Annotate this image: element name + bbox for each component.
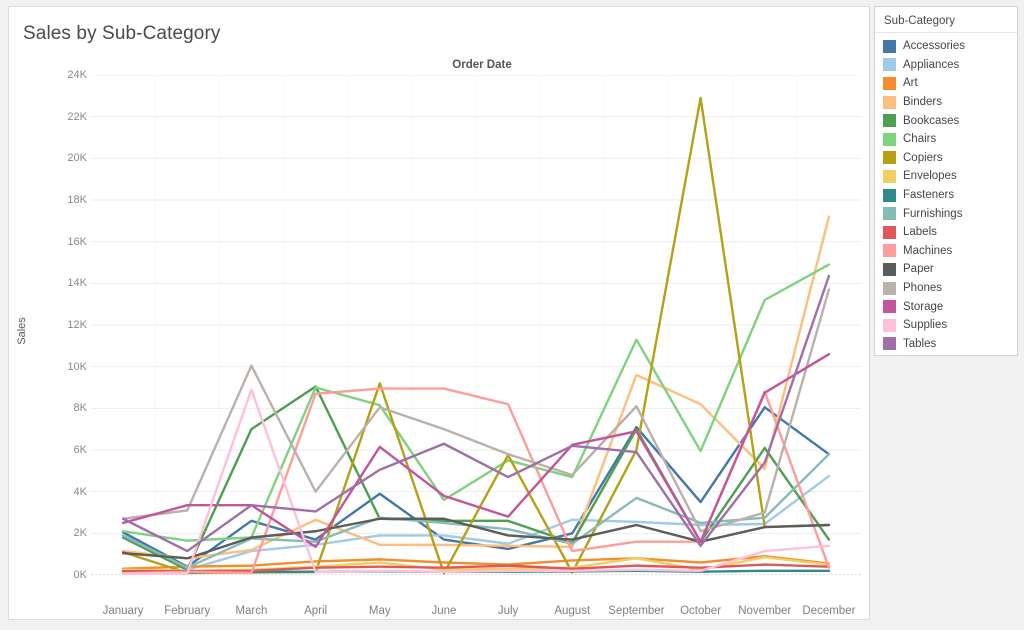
legend-color-swatch [883,281,896,295]
legend-color-swatch [883,188,896,202]
legend-panel: Sub-Category Accessories Appliances Art Bin… [874,6,1018,356]
legend-item-label: Binders [903,96,942,109]
legend-item[interactable]: Furnishings [883,204,1017,223]
legend-item-label: Art [903,77,918,90]
legend-item-label: Appliances [903,58,960,71]
screenshot-root: Sales by Sub-Category Order Date Sales 0… [0,0,1024,630]
legend-item[interactable]: Supplies [883,316,1017,335]
y-axis-tick-label: 20K [67,152,87,165]
legend-item[interactable]: Envelopes [883,167,1017,186]
legend-item[interactable]: Chairs [883,130,1017,149]
legend-item-label: Envelopes [903,170,957,183]
y-axis-tick-label: 18K [67,194,87,206]
legend-item-label: Supplies [903,319,948,332]
x-axis-tick-label: April [304,605,328,617]
x-axis-tick-label: February [164,605,211,617]
x-axis-tick-label: October [680,605,722,617]
y-axis-tick-label: 6K [73,444,87,456]
legend-item[interactable]: Appliances [883,56,1017,75]
legend-item-label: Storage [903,300,944,313]
legend-item-label: Bookcases [903,114,960,127]
y-axis-ticks: 0K 2K 4K 6K 8K 10K 12K 14K 16K 18K 20K 22K 24K [37,7,87,621]
legend-color-swatch [883,114,896,128]
y-axis-tick-label: 12K [67,319,87,331]
legend-color-swatch [883,337,896,351]
legend-color-swatch [883,169,896,183]
legend-item[interactable]: Storage [883,297,1017,316]
legend-color-swatch [883,58,896,72]
legend-item-label: Machines [903,244,953,257]
legend-color-swatch [883,244,896,258]
legend-item-label: Chairs [903,133,937,146]
legend-color-swatch [883,300,896,314]
legend-color-swatch [883,76,896,90]
y-axis-tick-label: 22K [67,110,87,123]
legend-item[interactable]: Tables [883,335,1017,354]
legend-item-label: Phones [903,282,943,295]
legend-item-label: Copiers [903,151,943,164]
legend-item[interactable]: Phones [883,279,1017,298]
x-axis-tick-label: May [368,605,391,617]
y-axis-tick-label: 4K [73,485,87,498]
y-axis-tick-label: 14K [67,277,87,290]
plot-area: Sales 0K 2K 4K 6K 8K 10K 12K 14K 16K 18K 20K 22K 24K… [9,7,871,621]
legend-item[interactable]: Copiers [883,149,1017,168]
x-axis-ticks: January February March April May June July Augu… [9,605,871,623]
legend-item-label: Tables [903,337,937,350]
legend-item[interactable]: Machines [883,242,1017,261]
legend-item-list: Accessories Appliances Art Binders Bookcases… [875,33,1017,353]
legend-item[interactable]: Accessories [883,37,1017,56]
y-axis-tick-label: 24K [67,69,87,81]
legend-color-swatch [883,39,896,53]
x-axis-tick-label: June [431,605,457,617]
legend-color-swatch [883,151,896,165]
line-chart-svg [91,75,861,575]
legend-item-label: Furnishings [903,207,963,220]
y-axis-tick-label: 10K [67,360,87,373]
legend-item-label: Paper [903,263,934,276]
x-axis-tick-label: July [497,605,519,617]
x-axis-tick-label: January [102,605,144,617]
legend-color-swatch [883,262,896,276]
legend-color-swatch [883,132,896,146]
legend-item[interactable]: Fasteners [883,186,1017,205]
y-axis-tick-label: 2K [73,527,87,540]
x-axis-tick-label: March [235,605,268,617]
legend-title: Sub-Category [875,7,1017,33]
y-axis-tick-label: 8K [73,402,87,415]
legend-color-swatch [883,207,896,221]
legend-item-label: Labels [903,226,937,239]
legend-item[interactable]: Paper [883,260,1017,279]
legend-item[interactable]: Art [883,74,1017,93]
y-axis-tick-label: 0K [73,569,87,581]
y-axis-tick-label: 16K [67,235,87,248]
legend-item[interactable]: Bookcases [883,111,1017,130]
x-axis-tick-label: September [608,605,665,617]
legend-item[interactable]: Binders [883,93,1017,112]
y-axis-title: Sales [16,317,28,345]
legend-color-swatch [883,225,896,239]
legend-color-swatch [883,318,896,332]
legend-color-swatch [883,95,896,109]
x-axis-tick-label: August [554,605,591,617]
legend-item-label: Fasteners [903,189,955,202]
chart-panel: Sales by Sub-Category Order Date Sales 0… [8,6,870,620]
x-axis-tick-label: November [738,605,792,617]
legend-item-label: Accessories [903,40,965,53]
legend-item[interactable]: Labels [883,223,1017,242]
x-axis-tick-label: December [802,605,856,617]
